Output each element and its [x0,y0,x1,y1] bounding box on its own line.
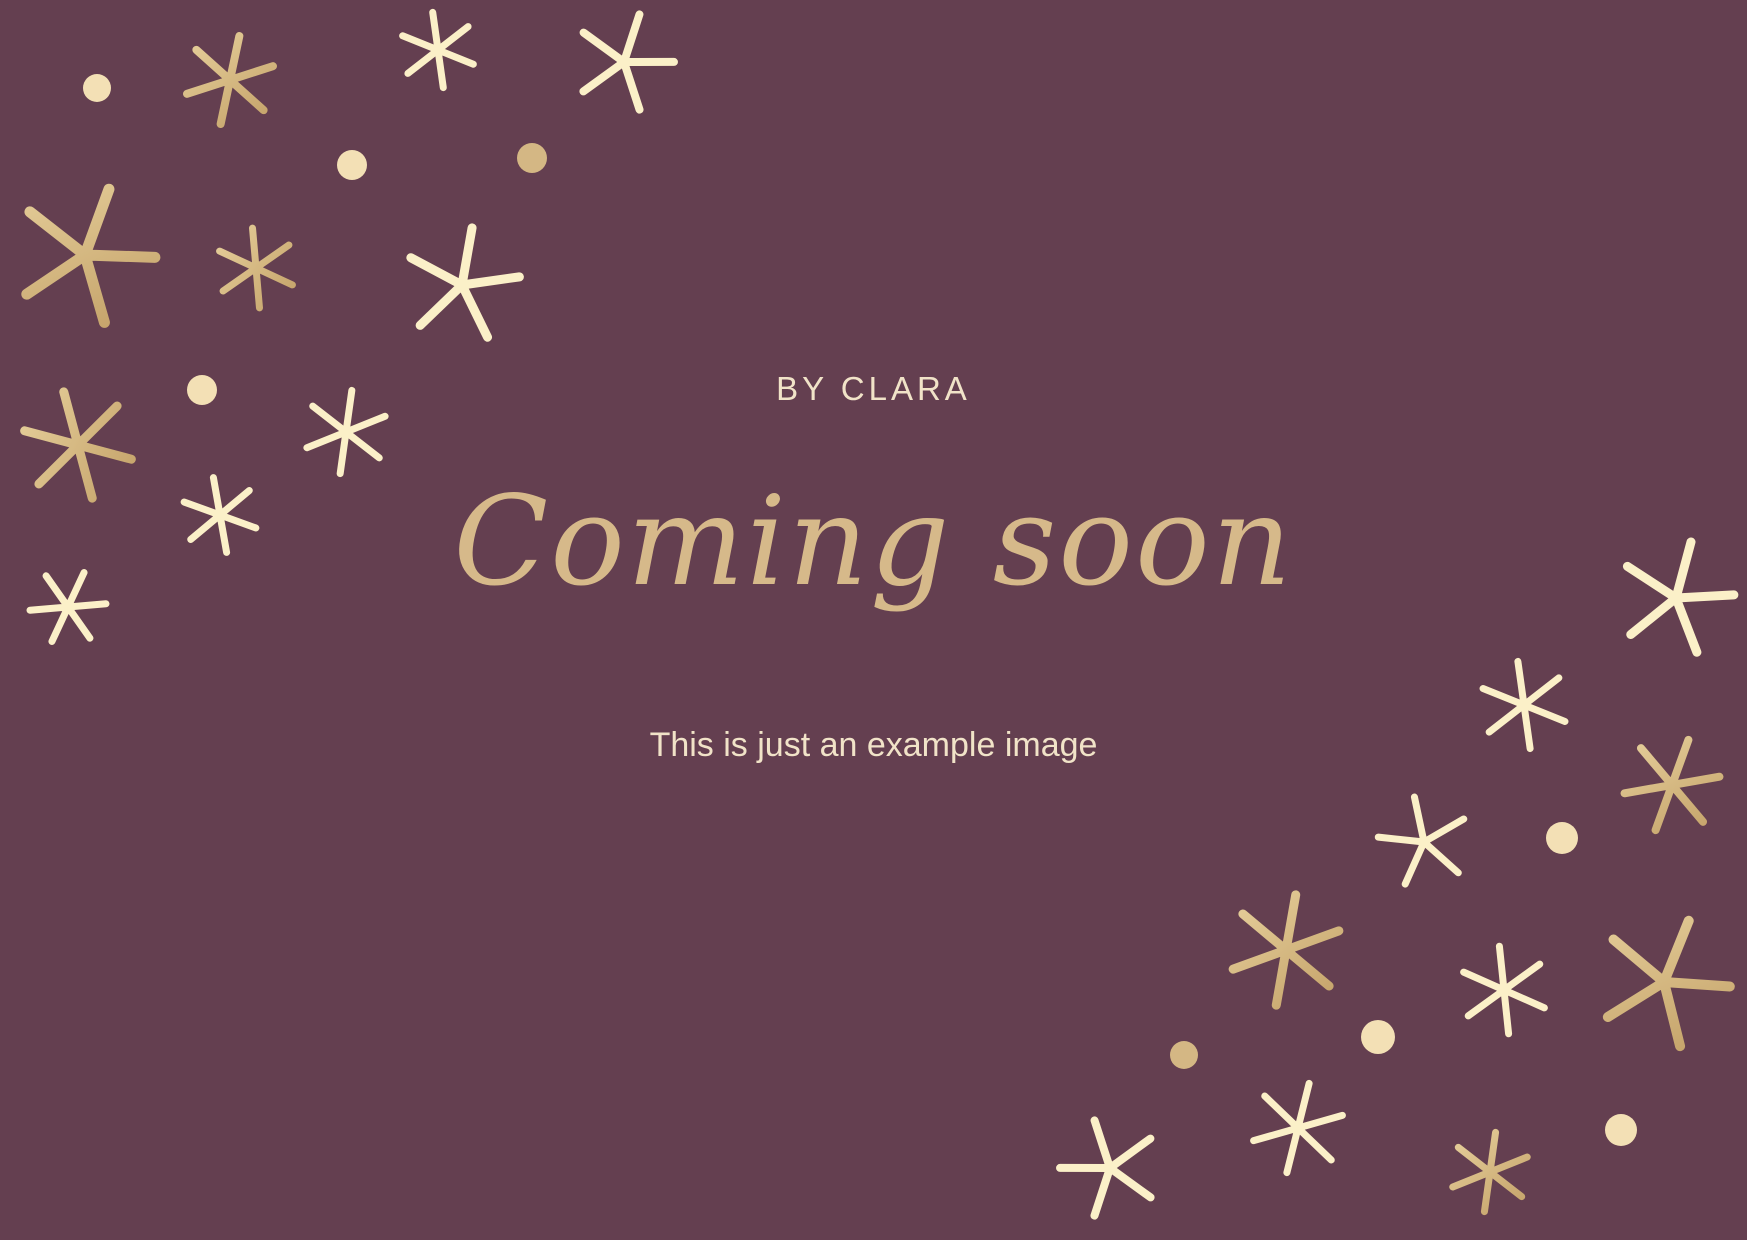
sparkle-star-icon [182,28,277,132]
doodle-dot-icon [83,74,111,102]
star-doodles-decoration [0,0,1747,1240]
doodle-dot-icon [517,143,547,173]
doodle-dot-icon [1361,1020,1395,1054]
sparkle-star-icon [400,8,476,92]
sparkle-star-icon [1586,897,1747,1055]
doodle-dot-icon [1605,1114,1637,1146]
sparkle-star-icon [1049,1106,1167,1221]
sparkle-star-icon [1248,1074,1348,1183]
sparkle-star-icon [1228,886,1343,1013]
sparkle-star-icon [3,166,171,331]
subtitle: This is just an example image [649,726,1098,764]
sparkle-star-icon [400,218,527,341]
sparkle-star-icon [1372,788,1475,888]
page-title: Coming soon [453,470,1294,614]
doodle-dot-icon [1546,822,1578,854]
sparkle-star-icon [1450,1128,1530,1217]
coming-soon-card: BY CLARA Coming soon This is just an exa… [0,0,1747,1240]
doodle-dot-icon [337,150,367,180]
doodle-dot-icon [1170,1041,1198,1069]
sparkle-star-icon [218,225,294,311]
sparkle-star-icon [566,0,684,115]
sparkle-star-icon [1461,942,1546,1038]
byline: BY CLARA [776,370,971,407]
